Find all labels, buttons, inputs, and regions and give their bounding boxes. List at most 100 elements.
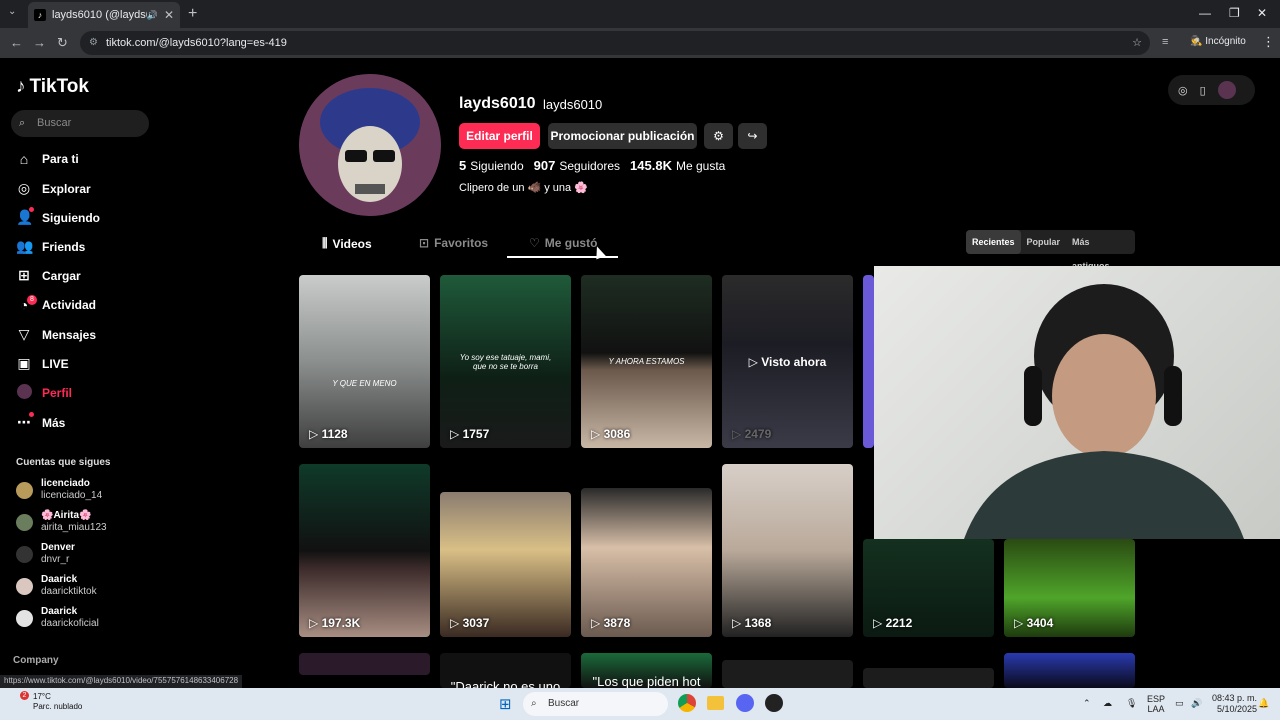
messages-icon: ▽ (18, 326, 30, 342)
sort-recent-button[interactable]: Recientes (966, 230, 1021, 254)
profile-avatar[interactable] (299, 74, 441, 216)
reload-icon[interactable]: ↻ (57, 35, 68, 51)
back-icon[interactable]: ← (10, 35, 23, 50)
onedrive-icon[interactable]: ☁ (1103, 698, 1112, 709)
address-bar[interactable]: ⚙ tiktok.com/@layds6010?lang=es-419 ☆ (80, 31, 1150, 55)
followed-account[interactable]: Daarick daaricktiktok (16, 574, 97, 598)
tiktok-note-icon: ♪ (16, 76, 26, 97)
sidebar-item-perfil[interactable]: Perfil (16, 384, 72, 402)
volume-icon[interactable]: 🔊 (1191, 698, 1202, 709)
video-thumbnail[interactable]: ▷ 2212 (863, 539, 994, 637)
taskbar-search[interactable]: ⌕ Buscar (523, 692, 668, 716)
tab-list-chevron-icon[interactable]: ⌄ (8, 6, 16, 17)
video-thumbnail[interactable]: Y QUE EN MENO ▷ 1128 (299, 275, 430, 448)
video-thumbnail-watched[interactable]: ▷ Visto ahora ▷ 2479 (722, 275, 853, 448)
clock[interactable]: 08:43 p. m. 5/10/2025 (1212, 693, 1257, 715)
video-thumbnail[interactable]: Yo soy ese tatuaje, mami, que no se te b… (440, 275, 571, 448)
sidebar-item-mensajes[interactable]: ▽ Mensajes (16, 326, 96, 343)
followed-account[interactable]: licenciado licenciado_14 (16, 478, 102, 502)
account-handle: licenciado_14 (41, 490, 103, 501)
followers-stat[interactable]: 907 Seguidores (534, 158, 620, 173)
close-window-icon[interactable]: ✕ (1257, 6, 1267, 20)
site-info-icon[interactable]: ⚙ (89, 31, 98, 55)
view-count: ▷ 1368 (732, 616, 772, 630)
followed-account[interactable]: 🌸Airita🌸 airita_miau123 (16, 510, 107, 534)
weather-temp: 17°C (33, 692, 51, 701)
browser-tab[interactable]: ♪ layds6010 (@layds6010) | T 🔊 ✕ (28, 2, 180, 28)
video-thumbnail[interactable]: ▷ 197.3K (299, 464, 430, 637)
close-tab-icon[interactable]: ✕ (164, 8, 174, 22)
incognito-label: Incógnito (1205, 36, 1246, 47)
nav-label: Friends (42, 239, 86, 254)
sidebar-item-explorar[interactable]: ◎ Explorar (16, 180, 91, 197)
weather-widget[interactable]: 2 17°C Parc. nublado (14, 691, 82, 712)
sidebar-item-cargar[interactable]: ⊞ Cargar (16, 267, 81, 284)
tab-liked[interactable]: ♡ Me gustó (529, 236, 597, 250)
discord-icon[interactable] (736, 694, 754, 712)
chrome-icon[interactable] (678, 694, 696, 712)
tray-chevron-icon[interactable]: ⌃ (1083, 698, 1091, 709)
video-thumbnail-partial[interactable] (299, 653, 430, 675)
forward-icon[interactable]: → (33, 35, 46, 50)
network-icon[interactable]: ▭ (1175, 698, 1184, 709)
search-input[interactable]: ⌕ Buscar (11, 110, 149, 137)
followed-account[interactable]: Denver dnvr_r (16, 542, 75, 566)
restore-icon[interactable]: ❐ (1229, 6, 1240, 20)
logo-text: TikTok (29, 76, 89, 97)
company-link[interactable]: Company (13, 655, 59, 666)
view-count: ▷ 1757 (450, 427, 490, 441)
incognito-indicator[interactable]: 🕵 Incógnito (1190, 36, 1246, 47)
video-thumbnail-partial[interactable] (722, 660, 853, 688)
avatar (16, 481, 33, 499)
sidebar-item-para-ti[interactable]: ⌂ Para ti (16, 151, 79, 167)
user-avatar[interactable] (1217, 81, 1236, 99)
top-utility-bar: ◎ ▯ (1168, 75, 1255, 105)
sidebar-item-siguiendo[interactable]: 👤 Siguiendo (16, 209, 100, 226)
speaker-icon[interactable]: 🔊 (147, 10, 158, 21)
clock-time: 08:43 p. m. (1212, 693, 1258, 703)
compass-small-icon[interactable]: ◎ (1178, 84, 1188, 97)
video-thumbnail-partial[interactable] (1004, 653, 1135, 688)
new-tab-icon[interactable]: + (188, 5, 197, 23)
sort-popular-button[interactable]: Popular (1021, 230, 1067, 254)
video-thumbnail-partial[interactable]: "Los que piden hot (581, 653, 712, 688)
file-explorer-icon[interactable] (707, 696, 724, 710)
view-count: ▷ 2479 (732, 427, 772, 441)
video-thumbnail[interactable]: ▷ 3878 (581, 488, 712, 637)
sidebar-item-live[interactable]: ▣ LIVE (16, 355, 69, 372)
language-indicator[interactable]: ESP LAA (1147, 694, 1165, 714)
tab-favorites[interactable]: ⊡ Favoritos (419, 236, 488, 250)
windows-taskbar: 2 17°C Parc. nublado ⊞ ⌕ Buscar ⌃ ☁ 🎙 ESP… (0, 688, 1280, 720)
sort-oldest-button[interactable]: Más antiguos (1066, 230, 1135, 271)
settings-gear-icon[interactable]: ⚙ (704, 123, 733, 149)
device-icon[interactable]: ▯ (1200, 84, 1206, 97)
browser-menu-icon[interactable]: ⋮ (1262, 34, 1275, 50)
tiktok-logo[interactable]: ♪ TikTok (16, 76, 89, 98)
video-thumbnail[interactable]: Y AHORA ESTAMOS ▷ 3086 (581, 275, 712, 448)
video-thumbnail[interactable]: ▷ 1368 (722, 464, 853, 637)
app-icon[interactable] (765, 694, 783, 712)
microphone-icon[interactable]: 🎙 (1126, 698, 1137, 709)
tab-search-icon[interactable]: ≡ (1162, 36, 1168, 48)
sidebar-item-friends[interactable]: 👥 Friends (16, 238, 85, 255)
video-thumbnail-partial[interactable] (863, 275, 874, 448)
nav-label: LIVE (42, 356, 69, 371)
tab-videos[interactable]: ⫼ Videos (322, 236, 372, 251)
nav-label: Más (42, 415, 66, 430)
minimize-icon[interactable]: — (1199, 6, 1211, 20)
video-thumbnail[interactable]: ▷ 3404 (1004, 539, 1135, 637)
video-thumbnail-partial[interactable] (863, 668, 994, 688)
followed-account[interactable]: Daarick daarickoficial (16, 606, 99, 630)
video-thumbnail[interactable]: ▷ 3037 (440, 492, 571, 637)
windows-start-icon[interactable]: ⊞ (499, 695, 512, 713)
bookmark-star-icon[interactable]: ☆ (1132, 31, 1142, 55)
following-stat[interactable]: 5 Siguiendo (459, 158, 524, 173)
tab-label: Videos (332, 236, 372, 251)
share-icon[interactable]: ↪ (738, 123, 767, 149)
sidebar-item-mas[interactable]: ⋯ Más (16, 414, 65, 431)
notifications-icon[interactable]: 🔔 (1258, 698, 1269, 709)
view-count-value: 1368 (744, 616, 772, 630)
video-thumbnail-partial[interactable]: "Daarick no es uno (440, 653, 571, 688)
edit-profile-button[interactable]: Editar perfil (459, 123, 540, 149)
promote-post-button[interactable]: Promocionar publicación (548, 123, 697, 149)
